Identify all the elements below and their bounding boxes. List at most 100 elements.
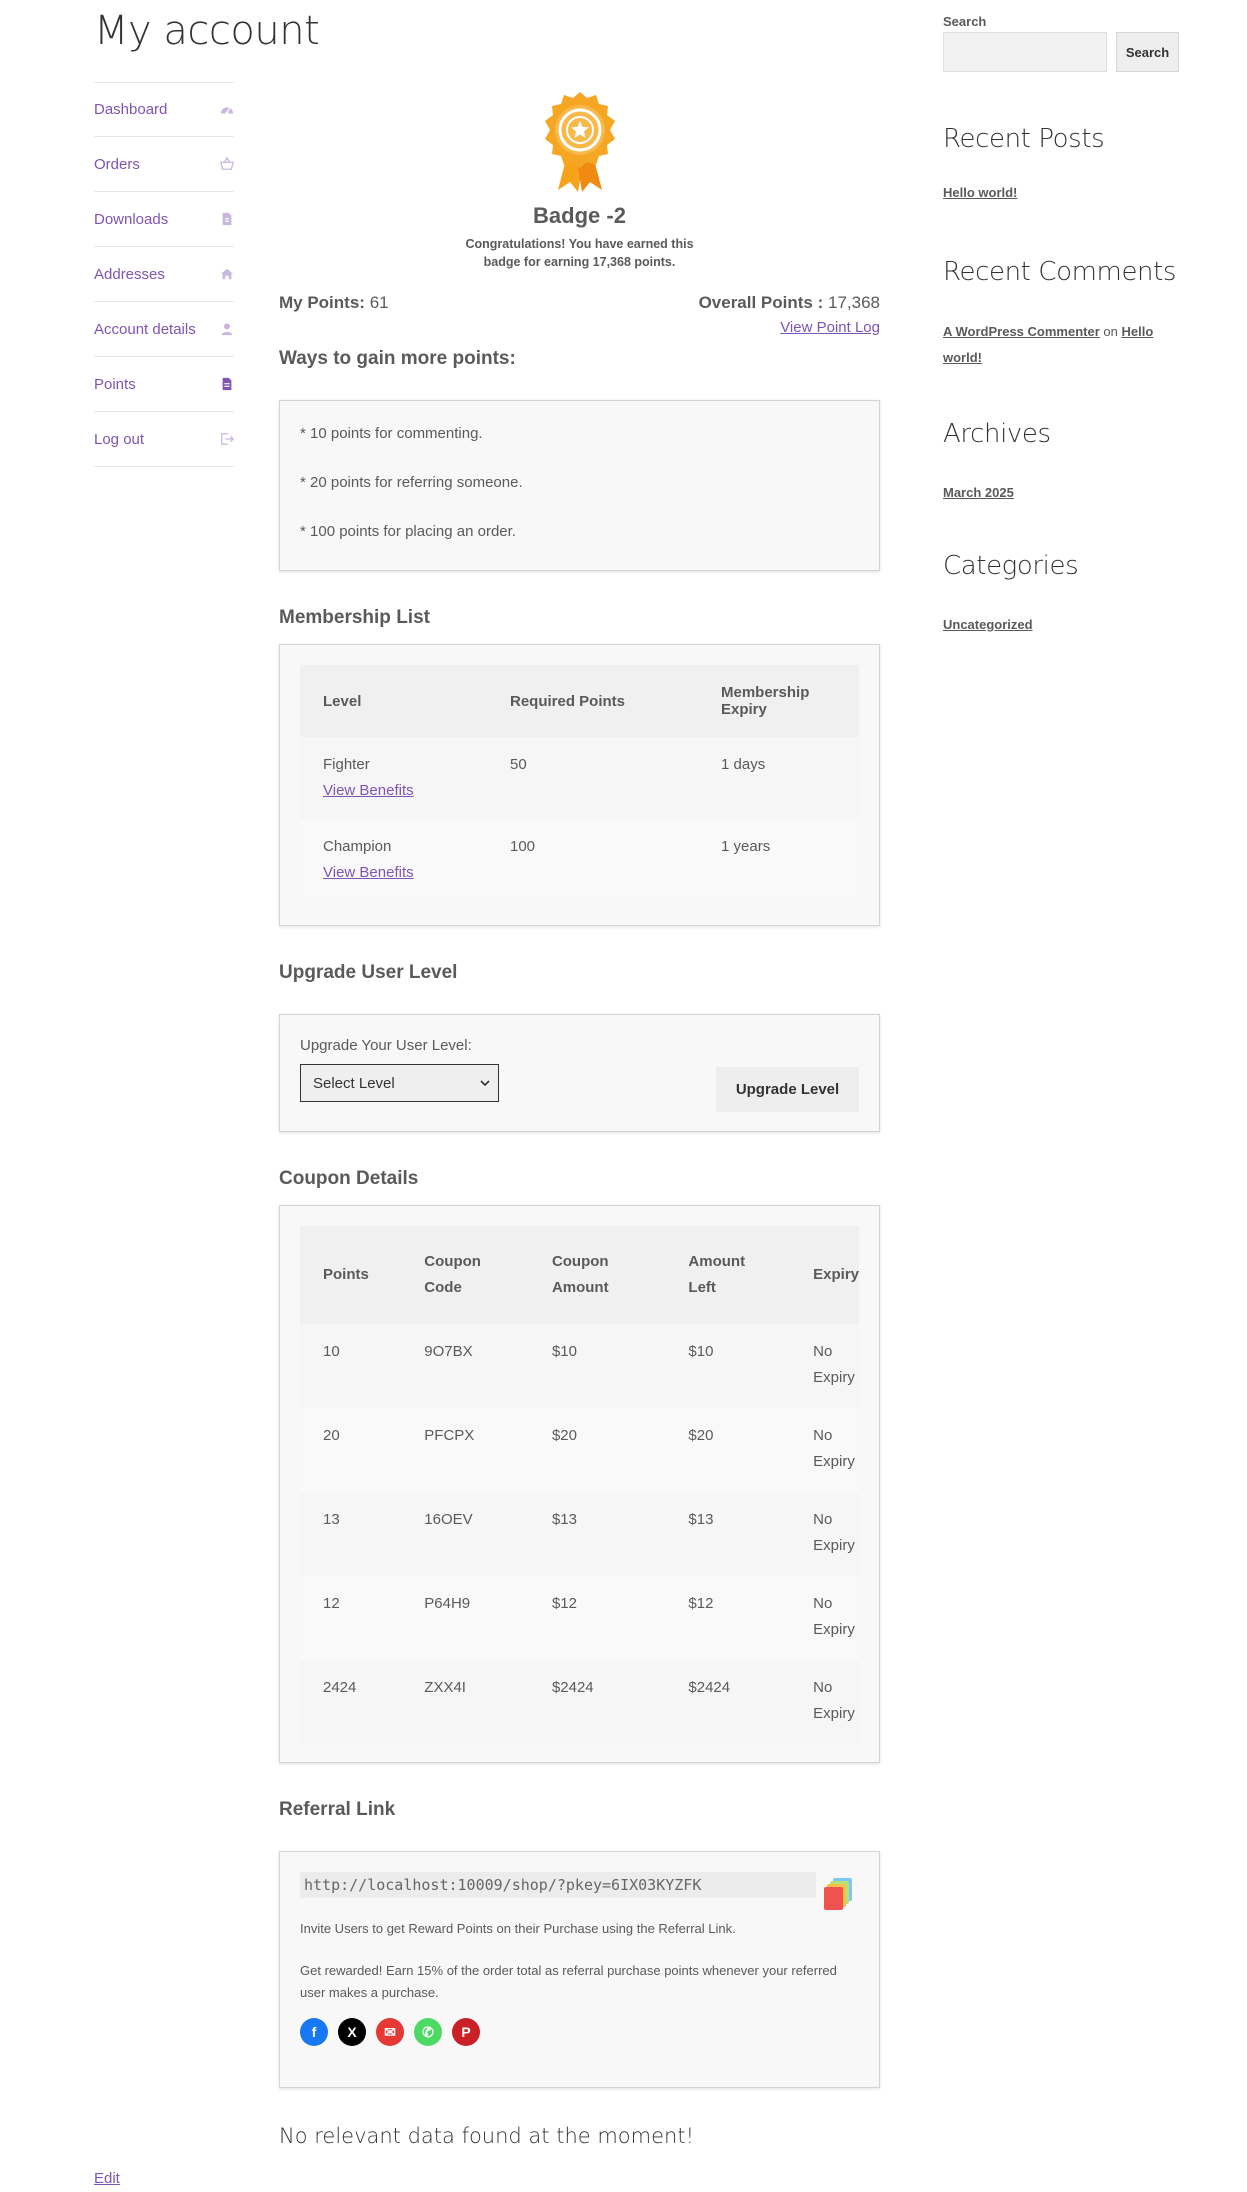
nav-item-points[interactable]: Points [94, 357, 234, 412]
expiry-line: No [813, 1595, 833, 1612]
table-row: 20 PFCPX $20 $20 No Expiry [300, 1408, 859, 1492]
table-header-line: Points [323, 1266, 369, 1283]
coupons-title: Coupon Details [279, 1168, 419, 1189]
email-icon[interactable]: ✉ [376, 2018, 404, 2046]
sidebar-search-button[interactable]: Search [1116, 32, 1179, 72]
file-icon [220, 212, 234, 226]
points-content: Badge -2 Congratulations! You have earne… [279, 90, 880, 2148]
archives-title: Archives [943, 419, 1051, 449]
level-name: Fighter [323, 756, 370, 773]
view-point-log-link[interactable]: View Point Log [780, 319, 880, 336]
overall-points-label: Overall Points : [698, 293, 824, 312]
file-text-icon [220, 377, 234, 391]
expiry-cell: No Expiry [790, 1408, 859, 1492]
table-header-line: Coupon [551, 1253, 609, 1270]
coupon-points-cell: 2424 [300, 1660, 402, 1744]
whatsapp-icon[interactable]: ✆ [414, 2018, 442, 2046]
table-header-line: Coupon [424, 1253, 481, 1270]
nav-item-log-out[interactable]: Log out [94, 412, 234, 467]
nav-item-label: Downloads [94, 210, 169, 228]
facebook-icon[interactable]: f [300, 2018, 328, 2046]
required-points-cell: 50 [487, 737, 698, 819]
categories-title: Categories [943, 551, 1079, 581]
basket-icon [220, 157, 234, 171]
level-name: Champion [323, 838, 392, 855]
coupon-points-cell: 13 [300, 1492, 402, 1576]
referral-title: Referral Link [279, 1799, 396, 1820]
category-item: Uncategorized [943, 617, 1033, 632]
comment-on-text: on [1103, 324, 1118, 339]
membership-title: Membership List [279, 607, 430, 628]
coupons-table: Points Coupon Code Coupon Amount Amount Left Ex… [300, 1226, 859, 1744]
table-header: Expiry [790, 1226, 859, 1324]
search-label: Search [943, 14, 987, 29]
table-header: Level [300, 665, 487, 737]
coupon-points-cell: 12 [300, 1576, 402, 1660]
expiry-line: Expiry [813, 1537, 855, 1554]
referral-invite-text: Invite Users to get Reward Points on the… [300, 1921, 736, 1936]
nav-item-orders[interactable]: Orders [94, 137, 234, 192]
coupon-points-cell: 10 [300, 1324, 402, 1408]
upgrade-label: Upgrade Your User Level: [300, 1037, 472, 1054]
social-share: f X ✉ ✆ P [300, 2018, 859, 2046]
nav-item-account-details[interactable]: Account details [94, 302, 234, 357]
recent-comment-item: A WordPress Commenter on Hello world! [943, 319, 1173, 371]
nav-item-label: Addresses [94, 265, 165, 283]
level-select[interactable]: Select Level [300, 1064, 499, 1102]
table-header: Amount Left [665, 1226, 791, 1324]
category-link[interactable]: Uncategorized [943, 617, 1033, 632]
sidebar-search-input[interactable] [943, 32, 1107, 72]
amount-left-cell: $12 [665, 1576, 791, 1660]
points-summary: My Points: 61 Overall Points : 17,368 [279, 293, 880, 313]
badge-title: Badge -2 [533, 203, 626, 228]
expiry-line: Expiry [813, 1369, 855, 1386]
referral-url[interactable]: http://localhost:10009/shop/?pkey=6IX03K… [300, 1872, 816, 1898]
amount-left-cell: $20 [665, 1408, 791, 1492]
nav-item-addresses[interactable]: Addresses [94, 247, 234, 302]
table-row: 10 9O7BX $10 $10 No Expiry [300, 1324, 859, 1408]
expiry-cell: No Expiry [790, 1576, 859, 1660]
table-header: Points [300, 1226, 402, 1324]
edit-link[interactable]: Edit [94, 2170, 120, 2187]
pinterest-icon[interactable]: P [452, 2018, 480, 2046]
expiry-line: No [813, 1679, 833, 1696]
home-icon [220, 267, 234, 281]
chevron-down-icon [480, 1080, 490, 1086]
x-twitter-icon[interactable]: X [338, 2018, 366, 2046]
archive-link[interactable]: March 2025 [943, 485, 1014, 500]
expiry-line: Expiry [813, 1621, 855, 1638]
my-points: My Points: 61 [279, 293, 389, 313]
coupon-code-cell: ZXX4I [401, 1660, 529, 1744]
way-item: * 100 points for placing an order. [300, 523, 516, 540]
table-header-line: Code [424, 1279, 462, 1296]
view-benefits-link[interactable]: View Benefits [323, 864, 414, 881]
nav-item-label: Orders [94, 155, 140, 173]
expiry-cell: No Expiry [790, 1324, 859, 1408]
badge-award-icon [544, 92, 615, 192]
table-header-line: Expiry [813, 1266, 859, 1283]
nav-item-dashboard[interactable]: Dashboard [94, 82, 234, 137]
nav-item-downloads[interactable]: Downloads [94, 192, 234, 247]
coupon-code-cell: 9O7BX [401, 1324, 529, 1408]
badge-section: Badge -2 Congratulations! You have earne… [279, 90, 880, 271]
copy-icon[interactable] [824, 1876, 854, 1910]
no-data-message: No relevant data found at the moment! [279, 2124, 694, 2148]
table-row: 13 16OEV $13 $13 No Expiry [300, 1492, 859, 1576]
membership-expiry-cell: 1 years [698, 819, 859, 901]
coupon-code-cell: PFCPX [401, 1408, 529, 1492]
required-points-cell: 100 [487, 819, 698, 901]
coupon-points-cell: 20 [300, 1408, 402, 1492]
level-cell: Fighter View Benefits [300, 737, 487, 819]
level-cell: Champion View Benefits [300, 819, 487, 901]
overall-points: Overall Points : 17,368 [699, 293, 880, 313]
upgrade-level-button[interactable]: Upgrade Level [716, 1067, 859, 1112]
membership-table: Level Required Points Membership Expiry Fi… [300, 665, 859, 901]
coupon-code-cell: 16OEV [401, 1492, 529, 1576]
recent-post-link[interactable]: Hello world! [943, 185, 1017, 200]
amount-left-cell: $2424 [665, 1660, 791, 1744]
user-icon [220, 322, 234, 336]
way-item: * 20 points for referring someone. [300, 474, 523, 491]
view-benefits-link[interactable]: View Benefits [323, 782, 414, 799]
comment-author-link[interactable]: A WordPress Commenter [943, 324, 1100, 339]
coupons-box: Points Coupon Code Coupon Amount Amount Left Ex… [279, 1205, 880, 1763]
